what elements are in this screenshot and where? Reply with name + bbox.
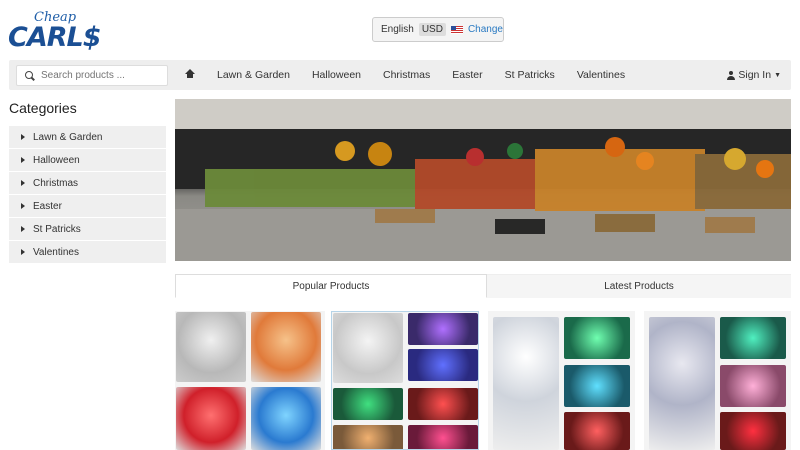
product-card[interactable] (488, 311, 635, 450)
trade-show-display-graphic (175, 99, 791, 261)
caret-right-icon (21, 203, 25, 209)
product-tabs: Popular Products Latest Products (175, 274, 791, 298)
nav-item-valentines[interactable]: Valentines (577, 69, 625, 81)
nav-item-christmas[interactable]: Christmas (383, 69, 430, 81)
nav-menu: Lawn & Garden Halloween Christmas Easter… (185, 60, 647, 90)
product-thumbnail[interactable] (251, 387, 321, 450)
search-input[interactable] (41, 70, 161, 81)
caret-right-icon (21, 157, 25, 163)
product-thumbnail[interactable] (251, 312, 321, 382)
product-thumbnail[interactable] (564, 365, 630, 407)
product-thumbnail[interactable] (333, 425, 403, 449)
category-label: Valentines (33, 246, 79, 258)
product-thumbnail[interactable] (408, 349, 478, 381)
category-label: Easter (33, 200, 62, 212)
product-thumbnail[interactable] (176, 312, 246, 382)
search-icon[interactable] (25, 70, 35, 81)
sign-in-dropdown[interactable]: Sign In ▼ (727, 60, 781, 90)
nav-item-lawn-garden[interactable]: Lawn & Garden (217, 69, 290, 81)
product-thumbnail[interactable] (408, 425, 478, 449)
category-lawn-garden[interactable]: Lawn & Garden (9, 126, 166, 148)
nav-item-halloween[interactable]: Halloween (312, 69, 361, 81)
caret-right-icon (21, 134, 25, 140)
categories-list: Lawn & Garden Halloween Christmas Easter… (9, 126, 166, 264)
sign-in-label: Sign In (738, 69, 772, 81)
product-thumbnail[interactable] (333, 388, 403, 420)
caret-right-icon (21, 226, 25, 232)
nav-item-st-patricks[interactable]: St Patricks (505, 69, 555, 81)
product-thumbnail[interactable] (176, 387, 246, 450)
home-icon[interactable] (185, 68, 195, 79)
product-thumbnail[interactable] (720, 365, 786, 407)
main-navbar: Lawn & Garden Halloween Christmas Easter… (9, 60, 791, 90)
logo-carls-text: CARL$ (8, 22, 101, 53)
hero-banner-image[interactable] (175, 99, 791, 261)
product-thumbnail[interactable] (720, 317, 786, 359)
site-header: Cheap CARL$ English USD Change (0, 0, 800, 58)
category-label: Halloween (33, 154, 80, 166)
product-thumbnail[interactable] (408, 313, 478, 345)
category-st-patricks[interactable]: St Patricks (9, 218, 166, 240)
caret-right-icon (21, 180, 25, 186)
category-valentines[interactable]: Valentines (9, 241, 166, 263)
product-card[interactable] (331, 311, 479, 450)
search-box[interactable] (16, 65, 168, 86)
category-christmas[interactable]: Christmas (9, 172, 166, 194)
caret-right-icon (21, 249, 25, 255)
category-easter[interactable]: Easter (9, 195, 166, 217)
product-thumbnail[interactable] (493, 317, 559, 450)
nav-item-easter[interactable]: Easter (452, 69, 482, 81)
site-logo[interactable]: Cheap CARL$ (8, 8, 101, 53)
product-card[interactable] (644, 311, 791, 450)
category-label: Christmas (33, 177, 79, 189)
product-thumbnail[interactable] (649, 317, 715, 450)
tab-latest-products[interactable]: Latest Products (487, 274, 791, 298)
currency-code-badge: USD (418, 23, 446, 36)
nav-home[interactable] (185, 68, 195, 82)
product-thumbnail[interactable] (564, 317, 630, 359)
product-thumbnail[interactable] (408, 388, 478, 420)
product-thumbnail[interactable] (564, 412, 630, 450)
caret-down-icon: ▼ (774, 71, 781, 79)
product-card[interactable] (175, 311, 325, 450)
category-label: St Patricks (33, 223, 81, 235)
currency-selector: English USD Change (372, 17, 504, 42)
category-halloween[interactable]: Halloween (9, 149, 166, 171)
us-flag-icon (450, 25, 463, 34)
categories-heading: Categories (9, 100, 77, 116)
product-grid (175, 311, 791, 450)
language-label: English (381, 24, 414, 35)
product-thumbnail[interactable] (333, 313, 403, 383)
product-thumbnail[interactable] (720, 412, 786, 450)
tab-popular-products[interactable]: Popular Products (175, 274, 487, 298)
user-icon (727, 70, 736, 80)
change-currency-link[interactable]: Change (468, 24, 503, 35)
category-label: Lawn & Garden (33, 131, 103, 143)
